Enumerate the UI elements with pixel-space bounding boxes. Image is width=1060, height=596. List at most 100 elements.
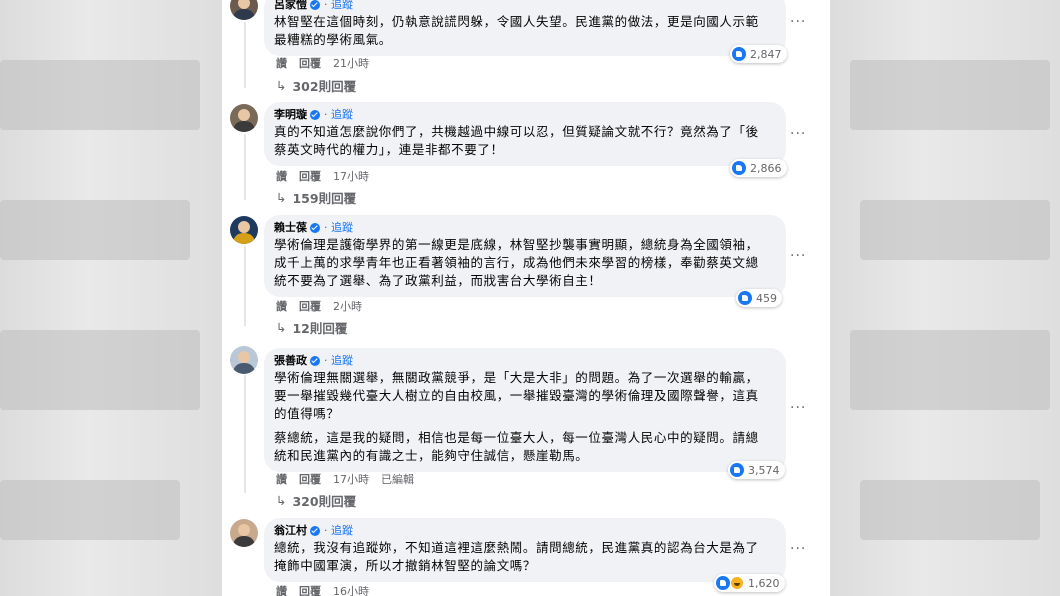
follow-link[interactable]: 追蹤 bbox=[324, 0, 353, 12]
more-options-icon[interactable]: ··· bbox=[790, 541, 806, 557]
comment-line: 統和民進黨內的有識之士，能夠守住誠信，懸崖勒馬。 bbox=[274, 448, 589, 463]
blurred-background-right bbox=[830, 0, 1060, 596]
comment-bubble: 呂家愷 追蹤 林智堅在這個時刻，仍執意說謊閃躲，令國人失望。民進黨的做法，更是向… bbox=[264, 0, 786, 56]
view-replies-link[interactable]: ↳ 302則回覆 bbox=[276, 76, 356, 95]
reaction-number: 2,866 bbox=[750, 161, 782, 175]
more-options-icon[interactable]: ··· bbox=[790, 248, 806, 264]
like-icon bbox=[716, 576, 730, 590]
avatar[interactable] bbox=[230, 346, 258, 374]
thread-line bbox=[244, 246, 246, 326]
reply-arrow-icon: ↳ bbox=[276, 320, 287, 335]
like-icon bbox=[732, 47, 746, 61]
comment-line: 最糟糕的學術風氣。 bbox=[274, 32, 392, 47]
like-button[interactable]: 讚 bbox=[276, 471, 287, 487]
commenter-name[interactable]: 李明璇 bbox=[274, 108, 307, 122]
edited-label[interactable]: 已編輯 bbox=[381, 471, 414, 487]
avatar[interactable] bbox=[230, 104, 258, 132]
reaction-count[interactable]: 3,574 bbox=[728, 461, 785, 479]
reply-button[interactable]: 回覆 bbox=[299, 55, 321, 71]
reply-arrow-icon: ↳ bbox=[276, 190, 287, 205]
reply-count: 302則回覆 bbox=[292, 79, 357, 94]
reaction-count[interactable]: 1,620 bbox=[714, 574, 785, 592]
reaction-number: 1,620 bbox=[748, 576, 780, 590]
reply-button[interactable]: 回覆 bbox=[299, 471, 321, 487]
timestamp[interactable]: 2小時 bbox=[333, 298, 362, 314]
more-options-icon[interactable]: ··· bbox=[790, 126, 806, 142]
reply-count: 320則回覆 bbox=[292, 494, 357, 509]
follow-link[interactable]: 追蹤 bbox=[324, 524, 353, 538]
comment-line: 的值得嗎？ bbox=[274, 406, 340, 421]
reply-button[interactable]: 回覆 bbox=[299, 298, 321, 314]
like-button[interactable]: 讚 bbox=[276, 55, 287, 71]
reaction-number: 3,574 bbox=[748, 463, 780, 477]
timestamp[interactable]: 21小時 bbox=[333, 55, 369, 71]
thread-line bbox=[244, 22, 246, 88]
comment-text: 林智堅在這個時刻，仍執意說謊閃躲，令國人失望。民進黨的做法，更是向國人示範 最糟糕… bbox=[274, 13, 774, 49]
view-replies-link[interactable]: ↳ 320則回覆 bbox=[276, 491, 356, 510]
reaction-number: 2,847 bbox=[750, 47, 782, 61]
like-button[interactable]: 讚 bbox=[276, 298, 287, 314]
comment-actions: 讚 回覆 16小時 bbox=[276, 583, 381, 596]
reaction-count[interactable]: 459 bbox=[736, 289, 782, 307]
blurred-block bbox=[0, 330, 200, 410]
view-replies-link[interactable]: ↳ 12則回覆 bbox=[276, 318, 347, 337]
follow-link[interactable]: 追蹤 bbox=[324, 108, 353, 122]
comment-text: 學術倫理無關選舉，無關政黨競爭，是「大是大非」的問題。為了一次選舉的輸贏， 要一舉… bbox=[274, 369, 774, 465]
reaction-count[interactable]: 2,847 bbox=[730, 45, 787, 63]
commenter-name[interactable]: 呂家愷 bbox=[274, 0, 307, 12]
blurred-block bbox=[850, 330, 1050, 410]
comment-line: 學術倫理無關選舉，無關政黨競爭，是「大是大非」的問題。為了一次選舉的輸贏， bbox=[274, 370, 759, 385]
comment-line: 林智堅在這個時刻，仍執意說謊閃躲，令國人失望。民進黨的做法，更是向國人示範 bbox=[274, 14, 759, 29]
view-replies-link[interactable]: ↳ 159則回覆 bbox=[276, 188, 356, 207]
thread-line bbox=[244, 375, 246, 493]
comment-line: 成千上萬的求學青年也正看著領袖的言行，成為他們未來學習的榜樣，奉勸蔡英文總 bbox=[274, 255, 759, 270]
avatar[interactable] bbox=[230, 519, 258, 547]
reply-arrow-icon: ↳ bbox=[276, 78, 287, 93]
blurred-block bbox=[0, 200, 190, 260]
avatar[interactable] bbox=[230, 216, 258, 244]
comment-text: 學術倫理是護衛學界的第一線更是底線，林智堅抄襲事實明顯，總統身為全國領袖， 成千上… bbox=[274, 236, 774, 290]
thread-line bbox=[244, 134, 246, 200]
timestamp[interactable]: 16小時 bbox=[333, 583, 369, 596]
reply-count: 12則回覆 bbox=[292, 321, 348, 336]
haha-icon bbox=[730, 576, 744, 590]
reply-button[interactable]: 回覆 bbox=[299, 168, 321, 184]
comment-actions: 讚 回覆 17小時 已編輯 bbox=[276, 471, 426, 487]
reply-arrow-icon: ↳ bbox=[276, 493, 287, 508]
blurred-block bbox=[850, 60, 1050, 130]
follow-link[interactable]: 追蹤 bbox=[324, 354, 353, 368]
more-options-icon[interactable]: ··· bbox=[790, 400, 806, 416]
verified-badge-icon bbox=[310, 223, 320, 233]
follow-link[interactable]: 追蹤 bbox=[324, 221, 353, 235]
avatar[interactable] bbox=[230, 0, 258, 20]
comment-line: 蔡總統，這是我的疑問，相信也是每一位臺大人，每一位臺灣人民心中的疑問。請總 bbox=[274, 430, 759, 445]
comment-line: 要一舉摧毀幾代臺大人樹立的自由校風，一舉摧毀臺灣的學術倫理及國際聲譽，這真 bbox=[274, 388, 759, 403]
blurred-block bbox=[860, 200, 1050, 260]
reaction-count[interactable]: 2,866 bbox=[730, 159, 787, 177]
comment-bubble: 賴士葆 追蹤 學術倫理是護衛學界的第一線更是底線，林智堅抄襲事實明顯，總統身為全… bbox=[264, 215, 786, 297]
comment-line: 總統，我沒有追蹤妳，不知道這裡這麼熱鬧。請問總統，民進黨真的認為台大是為了 bbox=[274, 540, 759, 555]
comment-line: 統不要為了選舉、為了政黨利益，而戕害台大學術自主！ bbox=[274, 273, 602, 288]
blurred-block bbox=[0, 60, 200, 130]
commenter-name[interactable]: 賴士葆 bbox=[274, 221, 307, 235]
like-icon bbox=[732, 161, 746, 175]
timestamp[interactable]: 17小時 bbox=[333, 471, 369, 487]
blurred-block bbox=[0, 480, 180, 540]
timestamp[interactable]: 17小時 bbox=[333, 168, 369, 184]
comment-bubble: 李明璇 追蹤 真的不知道怎麼說你們了，共機越過中線可以忍，但質疑論文就不行？竟然… bbox=[264, 102, 786, 166]
verified-badge-icon bbox=[310, 356, 320, 366]
like-button[interactable]: 讚 bbox=[276, 168, 287, 184]
verified-badge-icon bbox=[310, 526, 320, 536]
verified-badge-icon bbox=[310, 110, 320, 120]
reply-button[interactable]: 回覆 bbox=[299, 583, 321, 596]
comment-actions: 讚 回覆 17小時 bbox=[276, 168, 381, 184]
reply-count: 159則回覆 bbox=[292, 191, 357, 206]
like-button[interactable]: 讚 bbox=[276, 583, 287, 596]
commenter-name[interactable]: 張善政 bbox=[274, 354, 307, 368]
commenter-name[interactable]: 翁江村 bbox=[274, 524, 307, 538]
verified-badge-icon bbox=[310, 0, 320, 10]
reaction-number: 459 bbox=[756, 291, 777, 305]
like-icon bbox=[730, 463, 744, 477]
more-options-icon[interactable]: ··· bbox=[790, 14, 806, 30]
comment-text: 真的不知道怎麼說你們了，共機越過中線可以忍，但質疑論文就不行？竟然為了「後 蔡英文… bbox=[274, 123, 774, 159]
